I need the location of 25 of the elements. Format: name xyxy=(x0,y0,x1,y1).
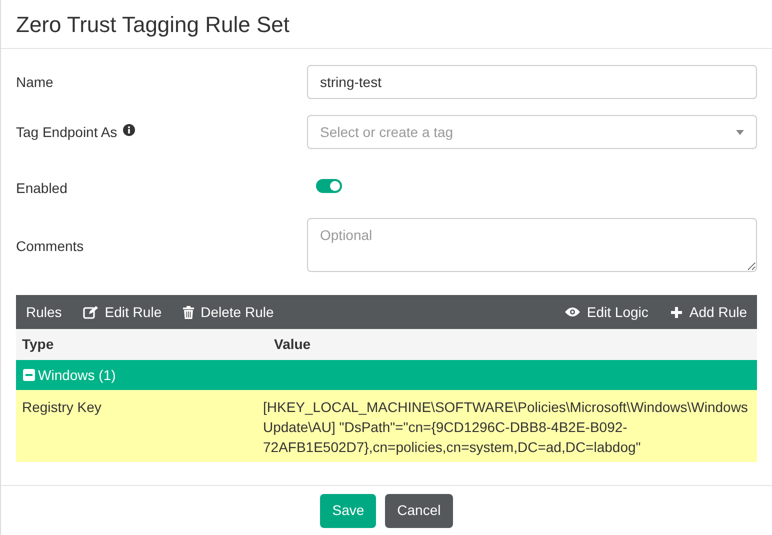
delete-rule-button[interactable]: Delete Rule xyxy=(182,302,274,322)
add-rule-button[interactable]: Add Rule xyxy=(671,302,747,322)
field-label: Name xyxy=(16,73,54,92)
field-label: Tag Endpoint As xyxy=(16,123,118,142)
edit-rule-button[interactable]: Edit Rule xyxy=(82,302,162,322)
edit-icon xyxy=(82,306,98,318)
cancel-button[interactable]: Cancel xyxy=(385,494,453,528)
toggle-switch[interactable] xyxy=(316,179,342,193)
trash-icon xyxy=(182,306,194,318)
toolbar-label: Rules xyxy=(26,302,62,322)
info-icon[interactable] xyxy=(123,124,136,136)
edit-logic-button[interactable]: Edit Logic xyxy=(564,302,648,322)
table-cell-text: [HKEY_LOCAL_MACHINE\SOFTWARE\Policies\Microsoft\Windows\WindowsUpdate\AU] "DsPath"="cn={9CD1296C-DBB8-4B2E-B092-72AFB1E502D7},cn=policies,cn=system,DC=ad,DC=labdog" xyxy=(263,398,749,457)
window-title: Zero Trust Tagging Rule Set xyxy=(16,10,290,39)
field-label: Enabled xyxy=(16,179,68,198)
eye-icon xyxy=(564,307,580,317)
field-label: Comments xyxy=(16,237,84,256)
caret-icon xyxy=(736,130,744,134)
column-header: Value xyxy=(274,335,312,354)
column-header: Type xyxy=(22,335,55,354)
collapse-icon[interactable] xyxy=(23,369,35,381)
input-field[interactable]: string-test xyxy=(307,65,757,99)
comments-field[interactable]: Optional xyxy=(307,218,757,272)
plus-icon xyxy=(671,306,682,318)
table-cell-text: Registry Key xyxy=(22,398,102,417)
